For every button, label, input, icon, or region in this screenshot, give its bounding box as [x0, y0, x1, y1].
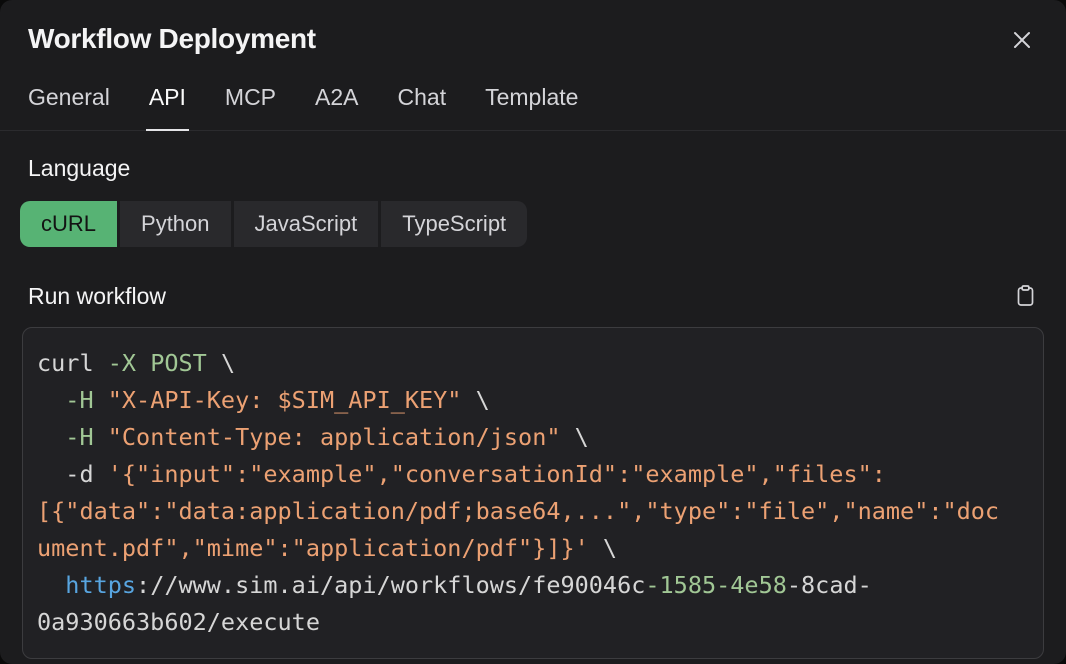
language-option-javascript[interactable]: JavaScript — [234, 201, 379, 247]
code-line: -H "X-API-Key: $SIM_API_KEY" \ — [37, 382, 1029, 419]
run-workflow-label: Run workflow — [28, 283, 166, 310]
code-block: curl -X POST \ -H "X-API-Key: $SIM_API_K… — [22, 327, 1044, 659]
tab-mcp[interactable]: MCP — [225, 84, 276, 130]
code-line: 0a930663b602/execute — [37, 604, 1029, 641]
tab-bar: General API MCP A2A Chat Template — [0, 84, 1066, 131]
code-line: https://www.sim.ai/api/workflows/fe90046… — [37, 567, 1029, 604]
language-option-curl[interactable]: cURL — [20, 201, 117, 247]
language-selector: cURL Python JavaScript TypeScript — [0, 201, 1066, 247]
code-wrap: curl -X POST \ -H "X-API-Key: $SIM_API_K… — [0, 327, 1066, 659]
dialog-header: Workflow Deployment — [0, 0, 1066, 54]
tab-general[interactable]: General — [28, 84, 110, 130]
workflow-deployment-dialog: Workflow Deployment General API MCP A2A … — [0, 0, 1066, 664]
tab-template[interactable]: Template — [485, 84, 578, 130]
code-line: ument.pdf","mime":"application/pdf"}]}' … — [37, 530, 1029, 567]
clipboard-icon — [1015, 284, 1036, 308]
language-label: Language — [0, 155, 1066, 182]
language-option-typescript[interactable]: TypeScript — [381, 201, 527, 247]
dialog-title: Workflow Deployment — [28, 24, 316, 54]
run-workflow-row: Run workflow — [0, 282, 1066, 310]
tab-chat[interactable]: Chat — [398, 84, 447, 130]
code-line: -d '{"input":"example","conversationId":… — [37, 456, 1029, 493]
close-button[interactable] — [1008, 26, 1036, 54]
close-icon — [1010, 28, 1034, 52]
language-option-python[interactable]: Python — [120, 201, 231, 247]
copy-button[interactable] — [1013, 282, 1038, 310]
tab-a2a[interactable]: A2A — [315, 84, 358, 130]
code-line: curl -X POST \ — [37, 345, 1029, 382]
code-line: [{"data":"data:application/pdf;base64,..… — [37, 493, 1029, 530]
code-line: -H "Content-Type: application/json" \ — [37, 419, 1029, 456]
tab-api[interactable]: API — [149, 84, 186, 130]
